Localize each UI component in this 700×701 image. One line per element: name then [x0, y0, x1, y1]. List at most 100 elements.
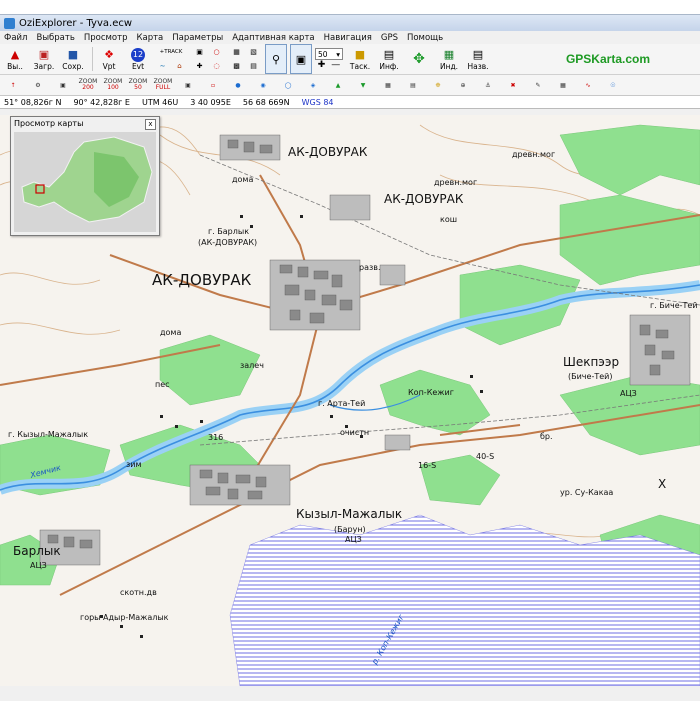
- menu-map[interactable]: Карта: [136, 33, 163, 43]
- zoom-value: 50: [318, 49, 328, 59]
- glacier-areas: [229, 514, 700, 686]
- gps-track-icon[interactable]: ◉: [252, 76, 274, 94]
- table-icon[interactable]: ▦: [552, 76, 574, 94]
- menu-help[interactable]: Помощь: [407, 33, 443, 43]
- zoom-full-button[interactable]: ZOOM FULL: [152, 76, 174, 94]
- label-zalech: залеч: [240, 361, 264, 370]
- zoom-in-icon[interactable]: ✚: [318, 60, 326, 70]
- track-add-button[interactable]: +TRACK: [154, 45, 188, 59]
- zoom-100-button[interactable]: ZOOM 100: [102, 76, 124, 94]
- zoom-100-label: 100: [107, 84, 119, 91]
- overview-title-bar: Просмотр карты x: [11, 117, 159, 130]
- zoom-50-button[interactable]: ZOOM 50: [127, 76, 149, 94]
- zoom-50-label: 50: [134, 84, 142, 91]
- anchor-icon[interactable]: ⚓: [477, 76, 499, 94]
- overview-panel[interactable]: Просмотр карты x: [10, 116, 160, 236]
- wifi-icon[interactable]: ☉: [602, 76, 624, 94]
- overview-icon: ▣: [295, 52, 307, 66]
- label-biche-tei: г. Биче-Тей: [650, 301, 698, 310]
- exit-label: Вы..: [7, 61, 23, 71]
- label-biche-tei-paren: (Биче-Тей): [568, 372, 613, 381]
- overview-button[interactable]: ▣: [290, 44, 312, 74]
- menu-params[interactable]: Параметры: [172, 33, 223, 43]
- status-datum: WGS 84: [301, 97, 334, 107]
- label-shekpeer: Шекпээр: [563, 355, 620, 369]
- zoom-full-label: FULL: [155, 84, 171, 91]
- copy-icon[interactable]: ▦: [228, 45, 245, 59]
- brand-label[interactable]: GPSKarta.com: [566, 52, 650, 66]
- label-barlyk-ak: (АК-ДОВУРАК): [198, 238, 258, 247]
- status-easting: 3 40 095E: [190, 97, 231, 107]
- select-circle-icon[interactable]: ○: [208, 45, 225, 59]
- gps-send-icon[interactable]: ▲: [327, 76, 349, 94]
- zoom-page-icon[interactable]: ▣: [177, 76, 199, 94]
- layers-icon[interactable]: ▣: [52, 76, 74, 94]
- label-ak-dovurak-top: АК-ДОВУРАК: [288, 145, 368, 159]
- zoom-200-label: 200: [82, 84, 94, 91]
- paste-icon[interactable]: ▧: [245, 45, 262, 59]
- map-grid-icon[interactable]: ▦: [377, 76, 399, 94]
- load-icon: ▣: [38, 48, 50, 61]
- gps-settings-icon[interactable]: ⚙: [27, 76, 49, 94]
- vpt-button[interactable]: ❖ Vpt: [96, 45, 122, 73]
- names-button[interactable]: ▤ Назв.: [465, 45, 491, 73]
- menu-file[interactable]: Файл: [4, 33, 27, 43]
- chart-icon[interactable]: ∿: [577, 76, 599, 94]
- menu-select[interactable]: Выбрать: [36, 33, 74, 43]
- info-button[interactable]: ▤ Инф.: [376, 45, 402, 73]
- erase-icon[interactable]: ◌: [208, 59, 225, 73]
- moving-map-icon[interactable]: ❉: [427, 76, 449, 94]
- menu-navigation[interactable]: Навигация: [324, 33, 372, 43]
- load-button[interactable]: ▣ Загр.: [31, 45, 57, 73]
- label-razv-1: разв.: [359, 263, 381, 272]
- search-map-button[interactable]: ⚲: [265, 44, 287, 74]
- zoom-select[interactable]: 50 ▾: [315, 48, 343, 60]
- menu-view[interactable]: Просмотр: [84, 33, 128, 43]
- compass-icon[interactable]: ⊕: [452, 76, 474, 94]
- label-kyzyl-mazhalyk-g: г. Кызыл-Мажалык: [8, 430, 89, 439]
- menu-gps[interactable]: GPS: [381, 33, 398, 43]
- save-icon: ■: [67, 48, 79, 61]
- move-icon[interactable]: ✚: [191, 59, 208, 73]
- label-ats-2: АЦЗ: [345, 535, 362, 544]
- gps-route-icon[interactable]: ◯: [277, 76, 299, 94]
- label-316: 316: [208, 433, 224, 442]
- chevron-down-icon: ▾: [336, 49, 340, 59]
- title-bar: OziExplorer - Tyva.ecw: [0, 15, 700, 31]
- stop-icon[interactable]: ✖: [502, 76, 524, 94]
- task-button[interactable]: ■ Таск.: [347, 45, 373, 73]
- zoom-200-button[interactable]: ZOOM 200: [77, 76, 99, 94]
- label-drev-mog-2: древн.мог: [434, 178, 478, 187]
- gps-position-icon[interactable]: ●: [227, 76, 249, 94]
- overview-map[interactable]: [14, 132, 156, 232]
- nav-arrow-icon[interactable]: ↑: [2, 76, 24, 94]
- zoom-out-icon[interactable]: —: [331, 60, 340, 70]
- secondary-toolbar: ↑ ⚙ ▣ ZOOM 200 ZOOM 100 ZOOM 50 ZOOM FULL ▣ …: [0, 75, 700, 96]
- menu-adaptive[interactable]: Адаптивная карта: [232, 33, 314, 43]
- save-button[interactable]: ■ Сохр.: [60, 45, 86, 73]
- grid-icon[interactable]: ▩: [228, 59, 245, 73]
- waypoint-icon: ❖: [104, 48, 114, 61]
- select-rect-icon[interactable]: ▣: [191, 45, 208, 59]
- track-icon[interactable]: ∼: [154, 59, 171, 73]
- exit-button[interactable]: ▲ Вы..: [2, 45, 28, 73]
- gps-receive-icon[interactable]: ▼: [352, 76, 374, 94]
- gps-waypoint-icon[interactable]: ◈: [302, 76, 324, 94]
- index-button[interactable]: ▦ Инд.: [436, 45, 462, 73]
- zoom-window-icon[interactable]: ▫: [202, 76, 224, 94]
- label-barlyk: Барлык: [13, 544, 61, 558]
- label-zim: зим: [126, 460, 142, 469]
- route-icon[interactable]: ⌂: [171, 59, 188, 73]
- main-toolbar: ▲ Вы.. ▣ Загр. ■ Сохр. ❖ Vpt 12 Evt +TRA…: [0, 44, 700, 75]
- track-tools: +TRACK ∼ ⌂: [154, 45, 188, 73]
- layer-icon[interactable]: ▤: [245, 59, 262, 73]
- pan-button[interactable]: ✥: [405, 45, 433, 73]
- label-ak-dovurak-big: АК-ДОВУРАК: [152, 271, 252, 289]
- label-drev-mog-1: древн.мог: [512, 150, 556, 159]
- vpt-label: Vpt: [102, 61, 116, 71]
- close-icon[interactable]: x: [145, 119, 156, 130]
- route-edit-icon[interactable]: ✎: [527, 76, 549, 94]
- status-lon: 90° 42,828г E: [73, 97, 130, 107]
- evt-button[interactable]: 12 Evt: [125, 45, 151, 73]
- waypoints-list-icon[interactable]: ▤: [402, 76, 424, 94]
